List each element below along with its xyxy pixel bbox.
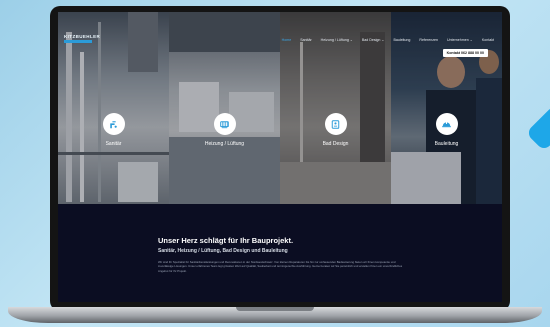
page-subheadline: Sanitär, Heizung / Lüftung, Bad Design u…	[158, 248, 288, 254]
laptop-screen: Sanitär Heizung / Lüftung Bad Design Bau…	[58, 12, 502, 302]
nav-item-heizung[interactable]: Heizung / Lüftung ⌄	[321, 38, 353, 42]
panel-label: Bad Design	[322, 141, 349, 147]
nav-item-referenzen[interactable]: Referenzen	[419, 38, 438, 42]
stage: Sanitär Heizung / Lüftung Bad Design Bau…	[0, 0, 550, 327]
contact-button[interactable]: Kontakt 062 888 00 00	[442, 49, 488, 57]
logo[interactable]: KITZBUEHLER	[64, 34, 100, 43]
nav-item-unternehmen[interactable]: Unternehmen ⌄	[447, 38, 473, 42]
nav-item-kontakt[interactable]: Kontakt	[482, 38, 494, 42]
shower-icon	[324, 113, 347, 135]
intro-paragraph: Wir sind Ihr Spezialist für Sanitärdiens…	[158, 260, 403, 273]
logo-bar	[64, 40, 92, 43]
main-menu: Home Sanitär Heizung / Lüftung ⌄ Bad Des…	[282, 38, 494, 42]
panel-label: Sanitär	[105, 141, 122, 147]
nav-item-bad-design[interactable]: Bad Design ⌄	[362, 38, 385, 42]
intro-section: Unser Herz schlägt für Ihr Bauprojekt. S…	[158, 236, 408, 273]
blue-accent-shape	[525, 104, 550, 152]
nav-item-home[interactable]: Home	[282, 38, 292, 42]
nav-item-sanitaer[interactable]: Sanitär	[300, 38, 311, 42]
radiator-icon	[213, 113, 236, 135]
helmet-icon	[435, 113, 458, 135]
laptop-notch	[236, 307, 314, 311]
page-headline: Unser Herz schlägt für Ihr Bauprojekt.	[158, 236, 294, 245]
nav-item-bauleitung[interactable]: Bauleitung	[393, 38, 410, 42]
faucet-icon	[102, 113, 125, 135]
logo-name: KITZBUEHLER	[64, 34, 101, 39]
top-navigation: KITZBUEHLER Home Sanitär Heizung / Lüftu…	[58, 12, 502, 60]
panel-label: Bauleitung	[434, 141, 459, 147]
panel-label: Heizung / Lüftung	[204, 141, 245, 147]
